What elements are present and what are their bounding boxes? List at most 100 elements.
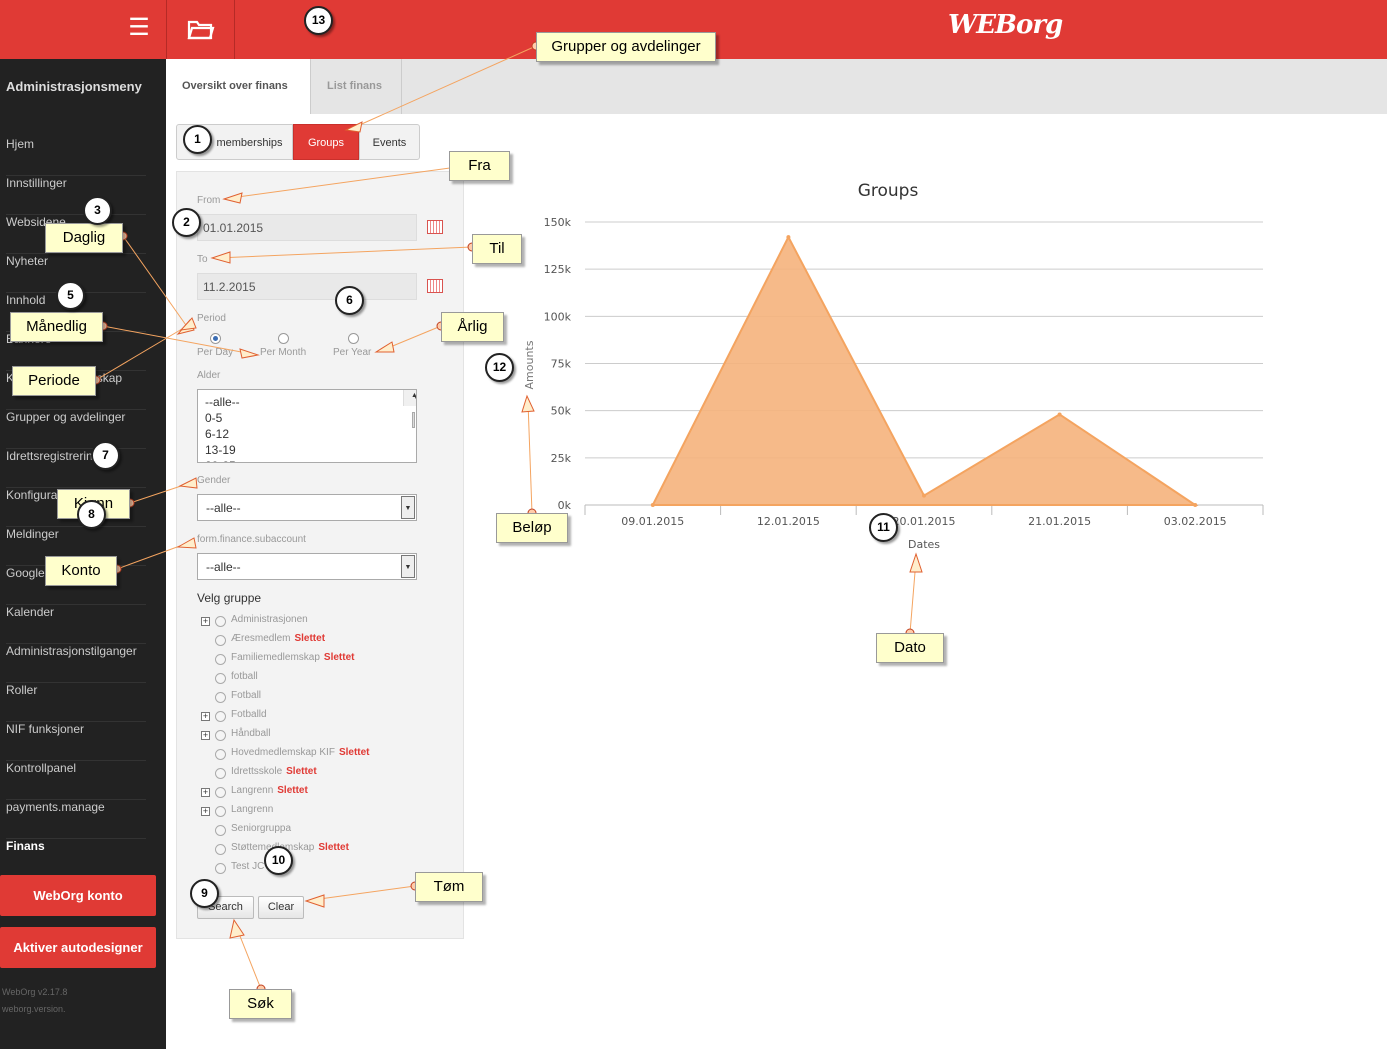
tab-list-finans[interactable]: List finans xyxy=(311,59,401,114)
note-tom: Tøm xyxy=(415,872,483,902)
expand-icon[interactable]: + xyxy=(201,807,210,816)
period-month-radio[interactable] xyxy=(278,333,289,344)
sidebar-item-grupper[interactable]: Grupper og avdelinger xyxy=(6,410,146,449)
sidebar-item-idrettsregistrering[interactable]: Idrettsregistrering xyxy=(6,449,146,488)
group-name: Fotball xyxy=(231,690,262,701)
age-option[interactable]: 13-19 xyxy=(198,442,416,458)
gender-value: --alle-- xyxy=(206,501,241,515)
sidebar-item-innstillinger[interactable]: Innstillinger xyxy=(6,176,146,215)
note-fra: Fra xyxy=(449,151,510,181)
group-name: Familiemedlemskap xyxy=(231,652,320,663)
age-option[interactable]: 0-5 xyxy=(198,410,416,426)
folder-icon[interactable] xyxy=(186,14,216,44)
tab-oversikt[interactable]: Oversikt over finans xyxy=(166,59,310,114)
listbox-scrollbar[interactable]: ▲ ▼ xyxy=(403,390,416,428)
sidebar-item-nif[interactable]: NIF funksjoner xyxy=(6,722,146,761)
clear-button[interactable]: Clear xyxy=(258,896,304,919)
age-listbox[interactable]: --alle-- 0-5 6-12 13-19 20-25 ▲ ▼ xyxy=(197,389,417,463)
step-badge: 12 xyxy=(485,353,514,382)
chevron-down-icon[interactable]: ▼ xyxy=(401,555,415,578)
group-radio[interactable] xyxy=(215,825,226,836)
age-option[interactable]: 20-25 xyxy=(198,458,416,462)
subaccount-select[interactable]: --alle-- ▼ xyxy=(197,553,417,580)
to-date-input[interactable]: 11.2.2015 xyxy=(197,273,417,300)
period-day-radio[interactable] xyxy=(210,333,221,344)
group-radio[interactable] xyxy=(215,806,226,817)
deleted-label: Slettet xyxy=(277,785,308,796)
sidebar-item-kalender[interactable]: Kalender xyxy=(6,605,146,644)
autodesigner-button[interactable]: Aktiver autodesigner xyxy=(0,927,156,968)
weborg-account-button[interactable]: WebOrg konto xyxy=(0,875,156,916)
data-point xyxy=(1057,412,1062,417)
sidebar-item-payments[interactable]: payments.manage xyxy=(6,800,146,839)
period-year-radio[interactable] xyxy=(348,333,359,344)
group-radio[interactable] xyxy=(215,635,226,646)
step-badge: 6 xyxy=(335,286,364,315)
period-label: Period xyxy=(197,313,226,324)
sidebar-item-roller[interactable]: Roller xyxy=(6,683,146,722)
sidebar-item-finans[interactable]: Finans xyxy=(6,839,146,878)
step-badge: 1 xyxy=(183,125,212,154)
group-radio[interactable] xyxy=(215,768,226,779)
group-radio[interactable] xyxy=(215,654,226,665)
group-radio[interactable] xyxy=(215,673,226,684)
step-badge: 7 xyxy=(91,441,120,470)
calendar-icon[interactable] xyxy=(427,220,443,234)
sidebar-item-administrasjonstilganger[interactable]: Administrasjonstilganger xyxy=(6,644,146,683)
sidebar-item-kontrollpanel[interactable]: Kontrollpanel xyxy=(6,761,146,800)
group-radio[interactable] xyxy=(215,711,226,722)
group-name: Seniorgruppa xyxy=(231,823,292,834)
deleted-label: Slettet xyxy=(338,747,370,758)
age-option[interactable]: --alle-- xyxy=(198,394,416,410)
group-radio[interactable] xyxy=(215,844,226,855)
sidebar-item-hjem[interactable]: Hjem xyxy=(6,137,146,176)
expand-icon[interactable]: + xyxy=(201,788,210,797)
hamburger-icon[interactable]: ☰ xyxy=(124,14,154,44)
version-text: WebOrg v2.17.8 xyxy=(2,987,68,997)
groups-area-chart: Groups 0k 25k 50k 75k 100k 125k 150k 09.01.2015 1… xyxy=(523,181,1264,551)
gender-select[interactable]: --alle-- ▼ xyxy=(197,494,417,521)
expand-icon[interactable]: + xyxy=(201,731,210,740)
note-manedlig: Månedlig xyxy=(10,312,103,342)
group-name: Æresmedlem xyxy=(231,633,291,644)
age-label: Alder xyxy=(197,370,221,381)
expand-icon[interactable]: + xyxy=(201,712,210,721)
note-daglig: Daglig xyxy=(45,223,123,253)
group-radio[interactable] xyxy=(215,692,226,703)
group-radio[interactable] xyxy=(215,616,226,627)
x-axis-title: Dates xyxy=(908,538,940,551)
group-name: Administrasjonen xyxy=(231,614,308,625)
deleted-label: Slettet xyxy=(286,766,317,777)
subaccount-value: --alle-- xyxy=(206,560,241,574)
note-arlig: Årlig xyxy=(441,312,504,342)
step-badge: 11 xyxy=(869,513,898,542)
tab-divider xyxy=(401,59,402,114)
note-sok: Søk xyxy=(229,989,292,1019)
period-year-label: Per Year xyxy=(333,347,372,358)
segment-events[interactable]: Events xyxy=(359,124,420,160)
note-belop: Beløp xyxy=(496,513,568,543)
group-name: Test JC xyxy=(231,861,265,872)
from-label: From xyxy=(197,195,221,206)
age-option[interactable]: 6-12 xyxy=(198,426,416,442)
calendar-icon[interactable] xyxy=(427,279,443,293)
group-radio[interactable] xyxy=(215,749,226,760)
expand-icon[interactable]: + xyxy=(201,617,210,626)
tab-divider xyxy=(310,59,311,114)
group-radio[interactable] xyxy=(215,787,226,798)
data-point xyxy=(786,235,791,240)
gender-label: Gender xyxy=(197,475,231,486)
deleted-label: Slettet xyxy=(294,633,326,644)
from-date-input[interactable]: 01.01.2015 xyxy=(197,214,417,241)
group-name: Idrettsskole xyxy=(231,766,283,777)
step-badge: 3 xyxy=(83,196,112,225)
chevron-down-icon[interactable]: ▼ xyxy=(401,496,415,519)
tab-bar: Oversikt over finans List finans xyxy=(166,59,1387,114)
group-radio[interactable] xyxy=(215,863,226,874)
x-tick-label: 12.01.2015 xyxy=(757,515,820,528)
group-radio[interactable] xyxy=(215,730,226,741)
group-name: Langrenn xyxy=(231,785,274,796)
segment-groups[interactable]: Groups xyxy=(293,124,359,160)
topbar-divider xyxy=(166,0,167,59)
step-badge: 9 xyxy=(190,879,219,908)
